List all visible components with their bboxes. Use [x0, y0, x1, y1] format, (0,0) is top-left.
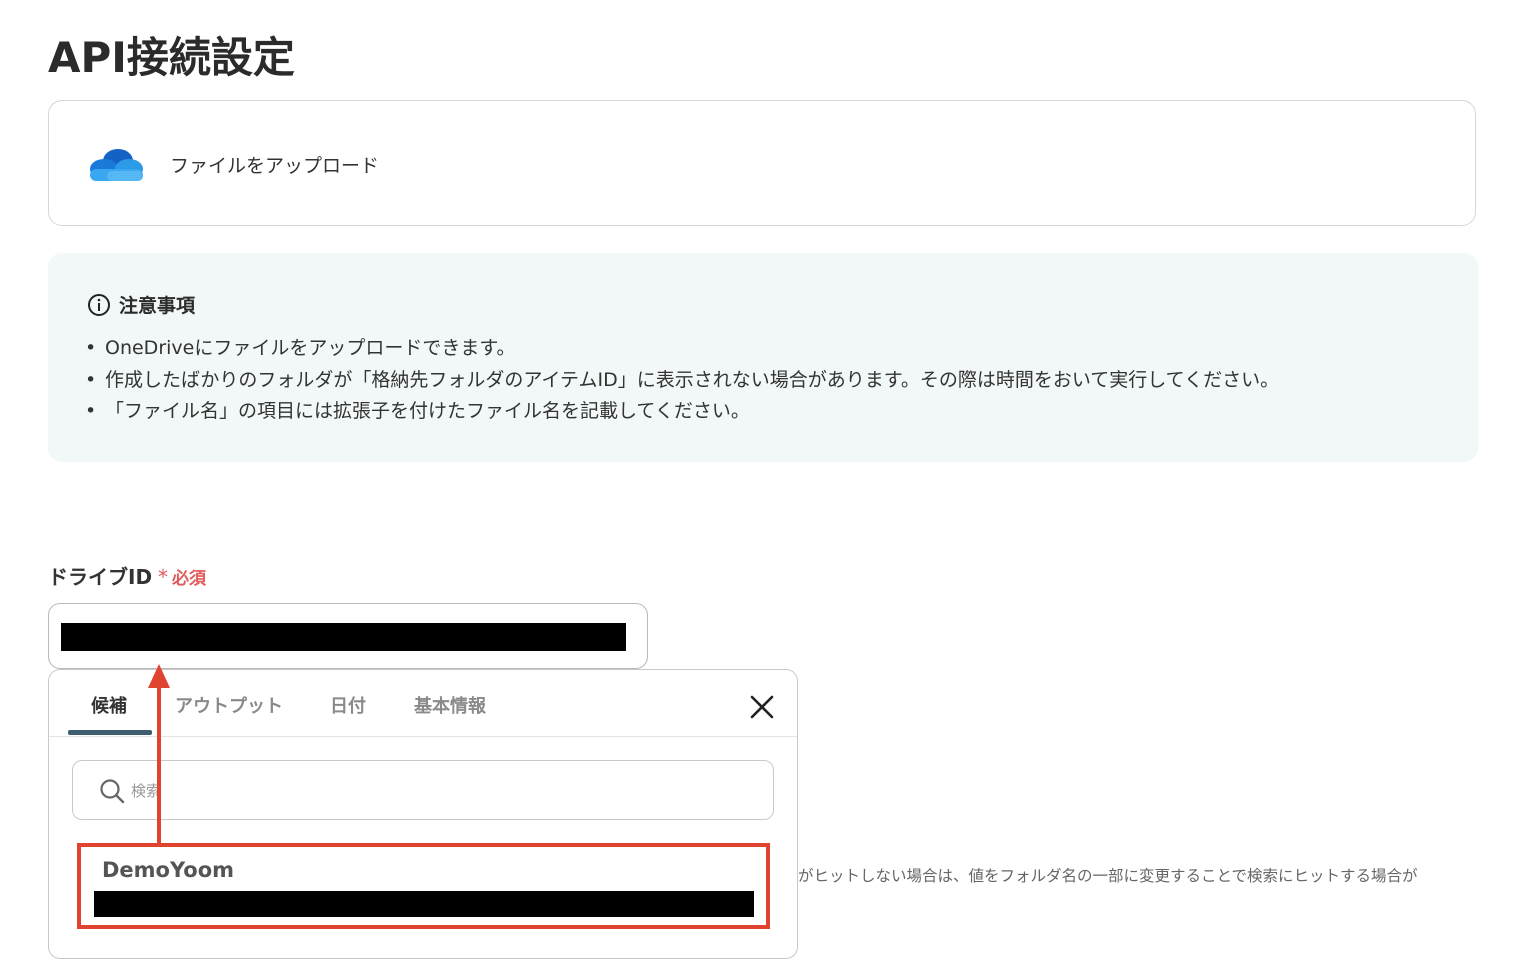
tab-date[interactable]: 日付: [330, 692, 366, 718]
tab-output[interactable]: アウトプット: [175, 692, 283, 718]
tab-basic-info[interactable]: 基本情報: [414, 692, 486, 718]
notice-header: 注意事項: [87, 291, 195, 318]
required-label: 必須: [172, 569, 207, 589]
option-name: DemoYoom: [102, 858, 234, 882]
notice-item-text: 作成したばかりのフォルダが「格納先フォルダのアイテムID」に表示されない場合があ…: [105, 368, 1280, 391]
drive-id-input[interactable]: [48, 603, 648, 669]
required-asterisk: *: [158, 565, 169, 589]
bullet: •: [85, 368, 97, 391]
search-input[interactable]: [129, 775, 733, 807]
option-item[interactable]: DemoYoom: [89, 846, 769, 926]
tab-candidates[interactable]: 候補: [91, 692, 127, 718]
bullet: •: [85, 400, 97, 422]
close-icon[interactable]: [749, 694, 775, 720]
info-icon: [88, 293, 110, 316]
redacted-option-id: [94, 891, 754, 917]
hint-text: がヒットしない場合は、値をフォルダ名の一部に変更することで検索にヒットする場合が: [798, 867, 1418, 885]
notice-item: • 「ファイル名」の項目には拡張子を付けたファイル名を記載してください。: [85, 396, 1279, 428]
drive-id-label-row: ドライブID * 必須: [48, 561, 206, 590]
action-name: ファイルをアップロード: [170, 155, 380, 177]
active-tab-indicator: [68, 730, 152, 735]
bullet: •: [85, 337, 97, 359]
notice-item: • 作成したばかりのフォルダが「格納先フォルダのアイテムID」に表示されない場合が…: [85, 365, 1279, 397]
notice-title: 注意事項: [119, 295, 196, 317]
drive-id-label: ドライブID: [48, 565, 153, 589]
search-icon: [100, 779, 125, 804]
redacted-value: [61, 623, 626, 651]
suggestion-dropdown: 候補 アウトプット 日付 基本情報 DemoYoom: [48, 669, 798, 959]
search-box: [72, 760, 774, 820]
notice-item-text: 「ファイル名」の項目には拡張子を付けたファイル名を記載してください。: [105, 400, 750, 422]
notice-box: 注意事項 • OneDriveにファイルをアップロードできます。 • 作成したばかり…: [48, 253, 1478, 462]
notice-item-text: OneDriveにファイルをアップロードできます。: [105, 337, 516, 359]
notice-list: • OneDriveにファイルをアップロードできます。 • 作成したばかりのフォルダ…: [85, 333, 1279, 428]
onedrive-icon: [90, 149, 143, 181]
app-action-card: ファイルをアップロード: [48, 100, 1476, 226]
notice-item: • OneDriveにファイルをアップロードできます。: [85, 333, 1279, 365]
dropdown-tabs: 候補 アウトプット 日付 基本情報: [49, 670, 797, 737]
page-title: API接続設定: [48, 33, 295, 82]
